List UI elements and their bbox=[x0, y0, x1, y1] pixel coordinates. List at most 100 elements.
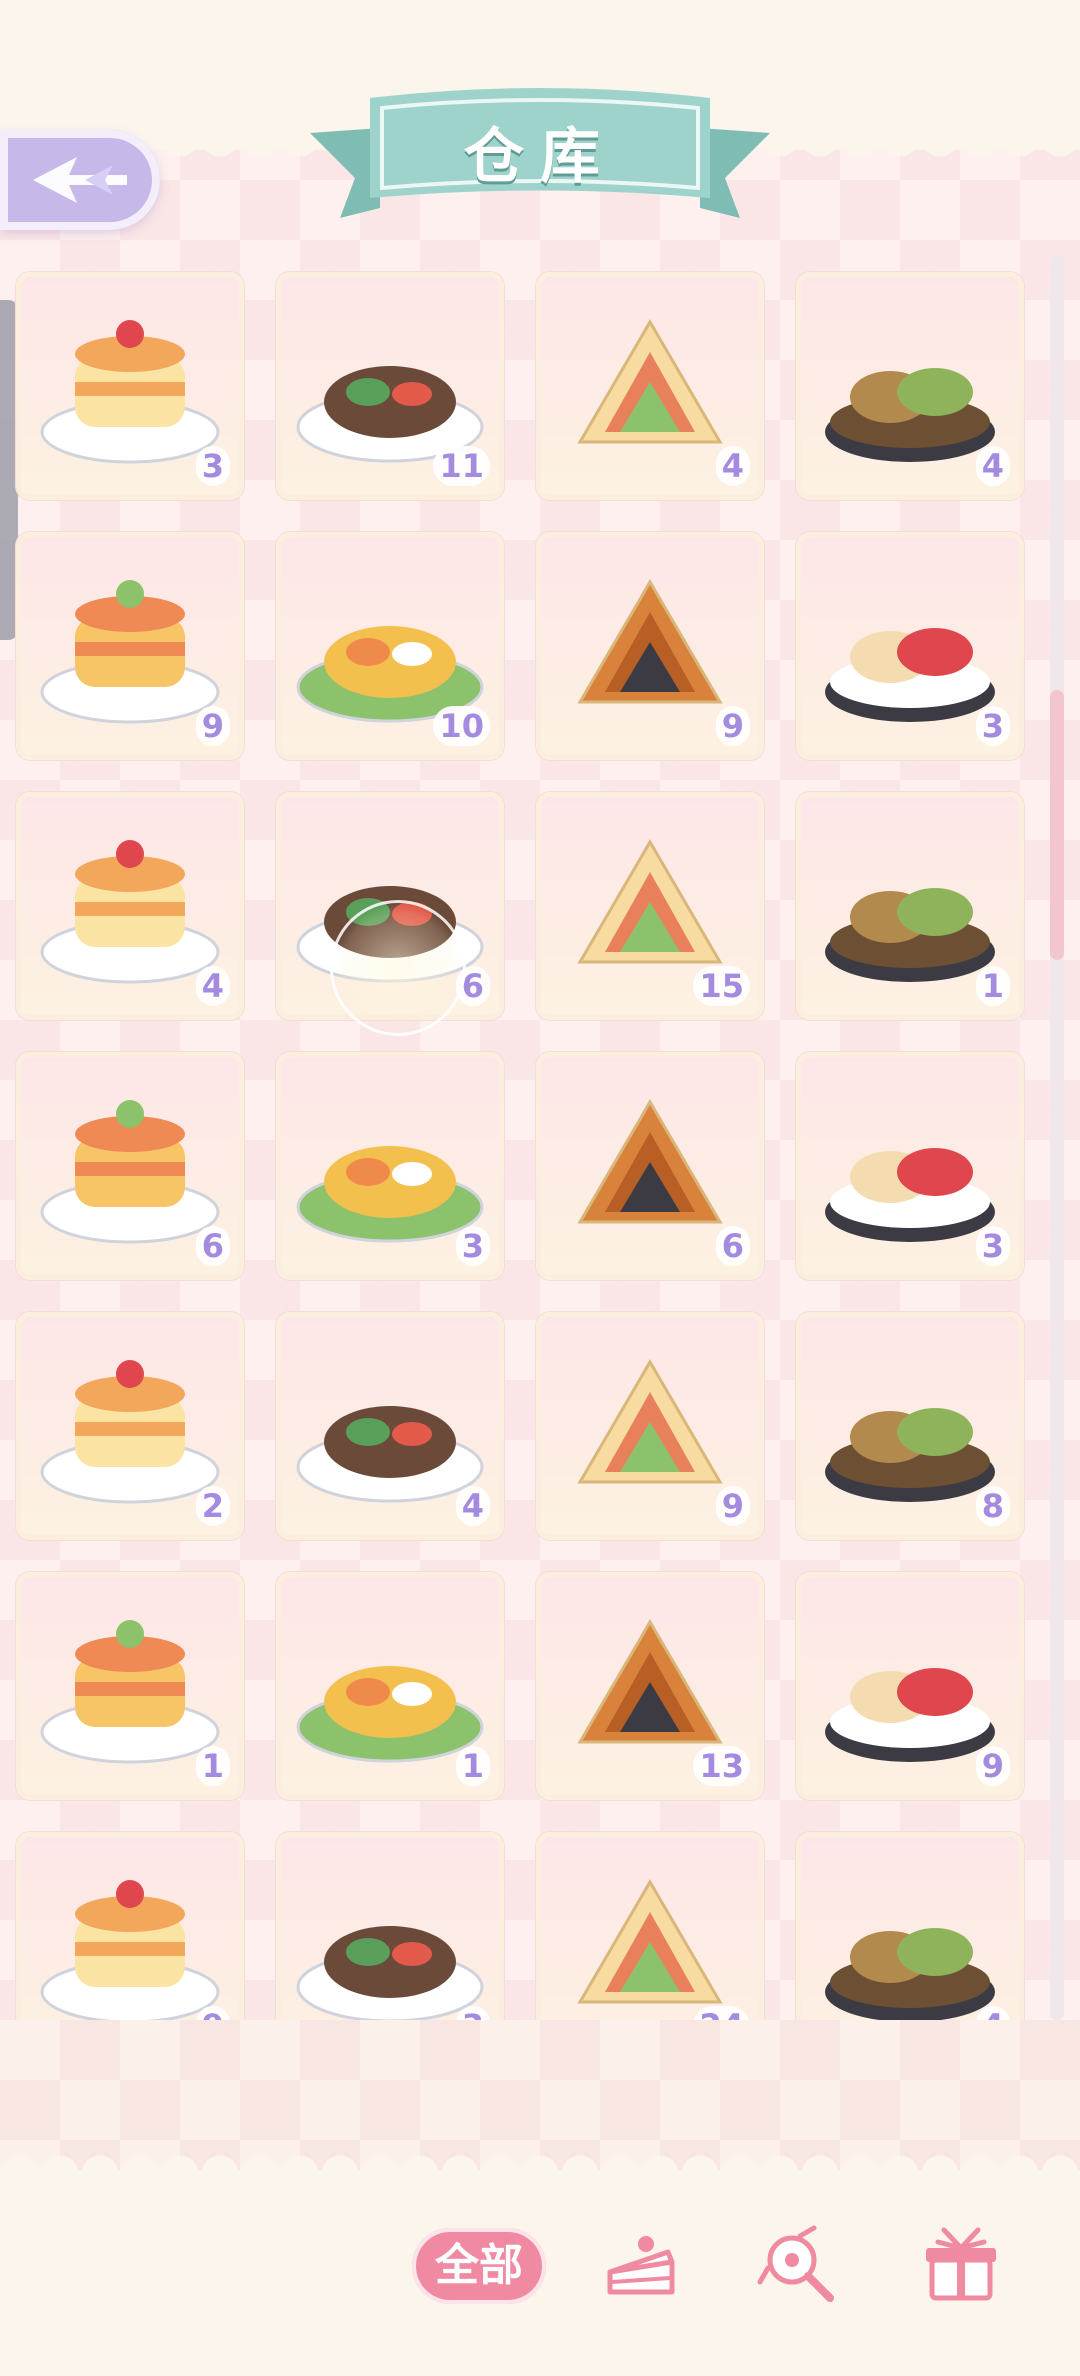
wrap-fries-icon-graphic bbox=[296, 626, 484, 723]
item-count-badge: 6 bbox=[455, 966, 490, 1006]
inventory-slot[interactable]: 3 bbox=[276, 1832, 504, 2020]
cake-icon bbox=[607, 2236, 675, 2295]
inventory-slot[interactable]: 4 bbox=[796, 1832, 1024, 2020]
crepe-roll-icon bbox=[290, 802, 490, 992]
inventory-slot[interactable]: 9 bbox=[796, 1572, 1024, 1800]
hot-dog-icon-graphic bbox=[40, 840, 220, 984]
item-count-badge: 3 bbox=[455, 1226, 490, 1266]
item-count-badge: 1 bbox=[455, 1746, 490, 1786]
tab-gifts[interactable] bbox=[918, 2222, 1004, 2308]
crepe-roll-icon-graphic bbox=[296, 886, 484, 983]
burger-salad-icon-graphic bbox=[40, 580, 220, 724]
katsu-curry-icon-graphic bbox=[40, 1360, 220, 1504]
item-count-badge: 4 bbox=[455, 1486, 490, 1526]
inventory-slot[interactable]: 1 bbox=[16, 1572, 244, 1800]
fried-chicken-icon-graphic bbox=[577, 579, 723, 704]
meat-skewer-plate-icon-graphic bbox=[296, 366, 484, 463]
item-count-badge: 6 bbox=[715, 1226, 750, 1266]
title-banner: 仓库 bbox=[310, 88, 770, 228]
cutlet-plate-icon bbox=[810, 802, 1010, 992]
ice-cream-sundae-icon bbox=[290, 1582, 490, 1772]
sandwich-icon bbox=[550, 282, 750, 472]
tool-icon bbox=[757, 2225, 834, 2302]
salmon-sashimi-icon-graphic bbox=[825, 1928, 995, 2020]
inventory-slot[interactable]: 8 bbox=[796, 1312, 1024, 1540]
inventory-slot[interactable]: 9 bbox=[16, 1832, 244, 2020]
item-count-badge: 3 bbox=[975, 1226, 1010, 1266]
inventory-slot[interactable]: 3 bbox=[796, 532, 1024, 760]
item-count-badge: 8 bbox=[975, 1486, 1010, 1526]
strawberry-cake-icon-graphic bbox=[40, 320, 220, 464]
scrollbar-track[interactable] bbox=[1050, 256, 1064, 2020]
inventory-slot[interactable]: 2 bbox=[16, 1312, 244, 1540]
inventory-slot[interactable]: 6 bbox=[16, 1052, 244, 1280]
item-count-badge: 24 bbox=[693, 2006, 750, 2020]
inventory-slot[interactable]: 4 bbox=[796, 272, 1024, 500]
cookies-plate-icon-graphic bbox=[577, 1619, 723, 1744]
inventory-slot[interactable]: 4 bbox=[16, 792, 244, 1020]
meatball-pan-icon-graphic bbox=[296, 1406, 484, 1503]
tab-tools[interactable] bbox=[754, 2222, 840, 2308]
leaf-wrapped-rice-icon-graphic bbox=[40, 1620, 220, 1764]
meat-skewer-plate-icon bbox=[290, 282, 490, 472]
dango-icon bbox=[550, 1322, 750, 1512]
soup-bowl-icon bbox=[550, 1062, 750, 1252]
wrap-fries-icon bbox=[290, 542, 490, 732]
inventory-slot[interactable]: 13 bbox=[536, 1572, 764, 1800]
scrollbar-thumb[interactable] bbox=[1050, 690, 1064, 960]
grilled-fish-skewer-icon-graphic bbox=[825, 368, 995, 462]
cutlet-plate-icon-graphic bbox=[825, 888, 995, 982]
soup-bowl-icon-graphic bbox=[577, 1099, 723, 1224]
item-count-badge: 4 bbox=[975, 446, 1010, 486]
item-count-badge: 3 bbox=[975, 706, 1010, 746]
back-button[interactable] bbox=[0, 130, 160, 230]
french-toast-icon-graphic bbox=[825, 1668, 995, 1762]
item-count-badge: 4 bbox=[195, 966, 230, 1006]
item-count-badge: 2 bbox=[195, 1486, 230, 1526]
omelette-wrap-icon bbox=[810, 542, 1010, 732]
tab-cake[interactable] bbox=[598, 2222, 684, 2308]
grilled-fish-skewer-icon bbox=[810, 282, 1010, 472]
inventory-slot[interactable]: 9 bbox=[536, 532, 764, 760]
inventory-slot[interactable]: 3 bbox=[16, 272, 244, 500]
brunch-platter-icon-graphic bbox=[296, 1146, 484, 1243]
inventory-slot[interactable]: 24 bbox=[536, 1832, 764, 2020]
inventory-slot[interactable]: 6 bbox=[276, 792, 504, 1020]
item-count-badge: 15 bbox=[693, 966, 750, 1006]
inventory-slot[interactable]: 1 bbox=[276, 1572, 504, 1800]
strawberry-cake-icon bbox=[30, 282, 230, 472]
page-title: 仓库 bbox=[464, 122, 616, 192]
ice-cream-sundae-icon-graphic bbox=[296, 1666, 484, 1763]
buns-box-icon bbox=[30, 1842, 230, 2020]
item-count-badge: 3 bbox=[195, 446, 230, 486]
inventory-slot[interactable]: 4 bbox=[276, 1312, 504, 1540]
inventory-slot[interactable]: 3 bbox=[276, 1052, 504, 1280]
dumpling-steamer-icon-graphic bbox=[825, 1408, 995, 1502]
inventory-slot[interactable]: 6 bbox=[536, 1052, 764, 1280]
inventory-slot[interactable]: 15 bbox=[536, 792, 764, 1020]
katsu-curry-icon bbox=[30, 1322, 230, 1512]
burger-salad-icon bbox=[30, 542, 230, 732]
inventory-slot[interactable]: 10 bbox=[276, 532, 504, 760]
buns-box-icon-graphic bbox=[40, 1880, 220, 2020]
inventory-slot[interactable]: 4 bbox=[536, 272, 764, 500]
fried-chicken-icon bbox=[550, 542, 750, 732]
gift-box-icon bbox=[926, 2227, 996, 2301]
dumpling-steamer-icon bbox=[810, 1322, 1010, 1512]
inventory-slot[interactable]: 11 bbox=[276, 272, 504, 500]
inventory-slot[interactable]: 1 bbox=[796, 792, 1024, 1020]
salmon-sashimi-icon bbox=[810, 1842, 1010, 2020]
sandwich-icon-graphic bbox=[577, 319, 723, 444]
tab-all[interactable]: 全部 bbox=[412, 2228, 546, 2304]
item-count-badge: 9 bbox=[715, 706, 750, 746]
breakfast-plate-icon bbox=[550, 802, 750, 992]
french-toast-icon bbox=[810, 1582, 1010, 1772]
meatball-pan-icon bbox=[290, 1322, 490, 1512]
nugget-platter-icon bbox=[550, 1842, 750, 2020]
back-arrow-icon bbox=[33, 157, 127, 203]
inventory-slot[interactable]: 9 bbox=[16, 532, 244, 760]
bottom-pattern bbox=[0, 2020, 1080, 2170]
inventory-scroll-area[interactable]: 3 11 4 4 9 10 9 3 4 6 15 1 6 3 6 3 2 4 9… bbox=[0, 260, 1080, 2020]
inventory-slot[interactable]: 9 bbox=[536, 1312, 764, 1540]
inventory-slot[interactable]: 3 bbox=[796, 1052, 1024, 1280]
